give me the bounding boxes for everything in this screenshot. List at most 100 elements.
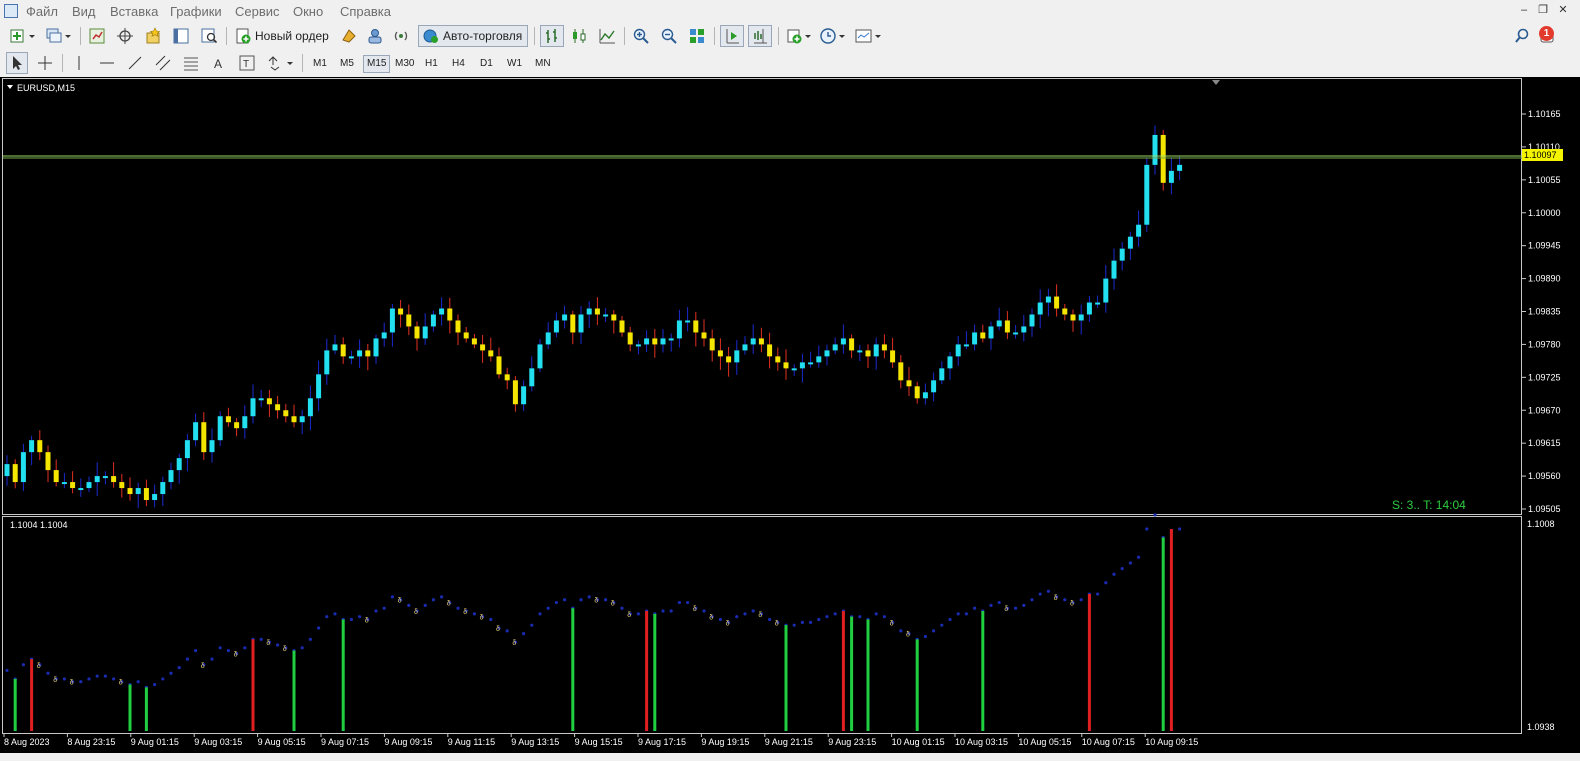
terminal-button[interactable] [170, 25, 192, 47]
candle-body [578, 314, 584, 333]
metaeditor-button[interactable] [338, 25, 360, 47]
timeframe-h1[interactable]: H1 [422, 56, 441, 72]
bar-chart-icon [546, 29, 557, 43]
equidistant-channel-button[interactable] [152, 52, 174, 74]
market-watch-button[interactable] [86, 25, 108, 47]
market-button[interactable] [390, 25, 412, 47]
candle-body [201, 422, 207, 453]
indicator-dot [243, 646, 247, 650]
horizontal-line-button[interactable] [96, 52, 118, 74]
vertical-line-button[interactable] [68, 52, 90, 74]
navigator-button[interactable] [142, 25, 164, 47]
candle-body [972, 332, 978, 345]
candle-body [931, 380, 937, 393]
menu-bar: Файл Вид Вставка Графики Сервис Окно Спр… [0, 0, 1580, 23]
line-chart-button[interactable] [596, 25, 618, 47]
menu-view[interactable]: Вид [72, 4, 96, 19]
chart-canvas[interactable]: EURUSD,M15 1.1004 1.1004 S: 3.. T: 14:04… [0, 77, 1580, 753]
candle-body [750, 338, 756, 345]
timeframe-w1[interactable]: W1 [504, 56, 525, 72]
trendline-button[interactable] [124, 52, 146, 74]
candle-body [307, 398, 313, 417]
candlestick-chart-button[interactable] [568, 25, 590, 47]
timeframe-d1[interactable]: D1 [477, 56, 496, 72]
candle-body [611, 314, 617, 321]
periods-button[interactable] [818, 25, 848, 47]
new-order-button[interactable]: Новый ордер [232, 25, 332, 47]
candle-body [1013, 332, 1019, 335]
candle-body [1078, 314, 1084, 321]
data-window-button[interactable] [114, 25, 136, 47]
menu-charts[interactable]: Графики [170, 4, 222, 19]
timeframe-h4[interactable]: H4 [449, 56, 468, 72]
restore-icon[interactable]: ❐ [1535, 2, 1551, 18]
templates-button[interactable] [852, 25, 884, 47]
candle-body [890, 350, 896, 363]
timeframe-m30[interactable]: M30 [392, 56, 417, 72]
indicator-marker: δ [611, 601, 615, 608]
auto-scroll-button[interactable] [720, 25, 744, 47]
candle-body [693, 320, 699, 333]
indicator-dot [800, 620, 805, 624]
indicator-dot [1046, 589, 1050, 593]
zoom-out-button[interactable] [658, 25, 680, 47]
candle-body [439, 308, 445, 315]
candle-body [53, 470, 59, 483]
close-icon[interactable]: ✕ [1555, 2, 1571, 18]
timeframe-m15[interactable]: M15 [363, 55, 391, 73]
autotrade-button[interactable]: Авто-торговля [418, 25, 528, 47]
candle-body [767, 344, 773, 357]
minimize-icon[interactable]: – [1516, 2, 1532, 18]
vertical-line-icon [78, 56, 80, 70]
candle-body [799, 362, 805, 369]
candle-body [660, 338, 666, 345]
indicator-dot [136, 680, 140, 684]
strategy-tester-button[interactable] [198, 25, 220, 47]
indicators-button[interactable] [784, 25, 814, 47]
indicator-axis: 1.1008 1.0938 [1527, 519, 1555, 732]
zoom-in-button[interactable] [630, 25, 652, 47]
candle-body [217, 416, 223, 441]
fibonacci-button[interactable] [180, 52, 202, 74]
time-axis-label: 9 Aug 19:15 [701, 737, 749, 747]
timeframe-m1[interactable]: M1 [310, 56, 330, 72]
menu-tools[interactable]: Сервис [235, 4, 280, 19]
timeframe-mn[interactable]: MN [532, 56, 554, 72]
chart-shift-button[interactable] [748, 25, 772, 47]
indicator-marker: δ [37, 663, 41, 670]
candle-body [168, 470, 174, 483]
candle-body [1127, 236, 1133, 249]
indicator-marker: δ [447, 601, 451, 608]
candle-body [78, 488, 84, 491]
indicator-layer: δ δ δ δ δ δ δ δ δ δ δ δ δ δ δ δ δ δ δ δ δ δ δ δ δ δ δ δ δ [5, 513, 1182, 731]
indicator-marker: δ [234, 651, 238, 658]
candle-body [422, 326, 428, 339]
broadcast-icon [394, 31, 408, 41]
menu-insert[interactable]: Вставка [110, 4, 158, 19]
candle-body [808, 362, 814, 365]
candle-body [389, 308, 395, 333]
arrows-button[interactable] [264, 52, 296, 74]
time-axis-label: 8 Aug 23:15 [67, 737, 115, 747]
indicator-dot [374, 609, 378, 613]
menu-window[interactable]: Окно [293, 4, 323, 19]
crosshair-tool-button[interactable] [34, 52, 56, 74]
bar-chart-button[interactable] [540, 25, 564, 47]
candle-body [734, 350, 740, 363]
candle-body [398, 308, 404, 315]
menu-file[interactable]: Файл [26, 4, 58, 19]
new-chart-button[interactable] [6, 25, 38, 47]
tile-windows-button[interactable] [686, 25, 708, 47]
text-tool-button[interactable]: A [208, 52, 230, 74]
profiles-button[interactable] [42, 25, 74, 47]
text-label-button[interactable]: T [236, 52, 258, 74]
candle-body [61, 482, 67, 485]
timeframe-m5[interactable]: M5 [337, 56, 357, 72]
signals-button[interactable] [364, 25, 386, 47]
indicator-dot [792, 623, 796, 627]
menu-help[interactable]: Справка [340, 4, 391, 19]
chart-window[interactable]: EURUSD,M15 1.1004 1.1004 S: 3.. T: 14:04… [0, 77, 1580, 753]
search-button[interactable] [1512, 25, 1532, 47]
indicator-dot [317, 626, 321, 630]
cursor-tool-button[interactable] [6, 52, 28, 74]
